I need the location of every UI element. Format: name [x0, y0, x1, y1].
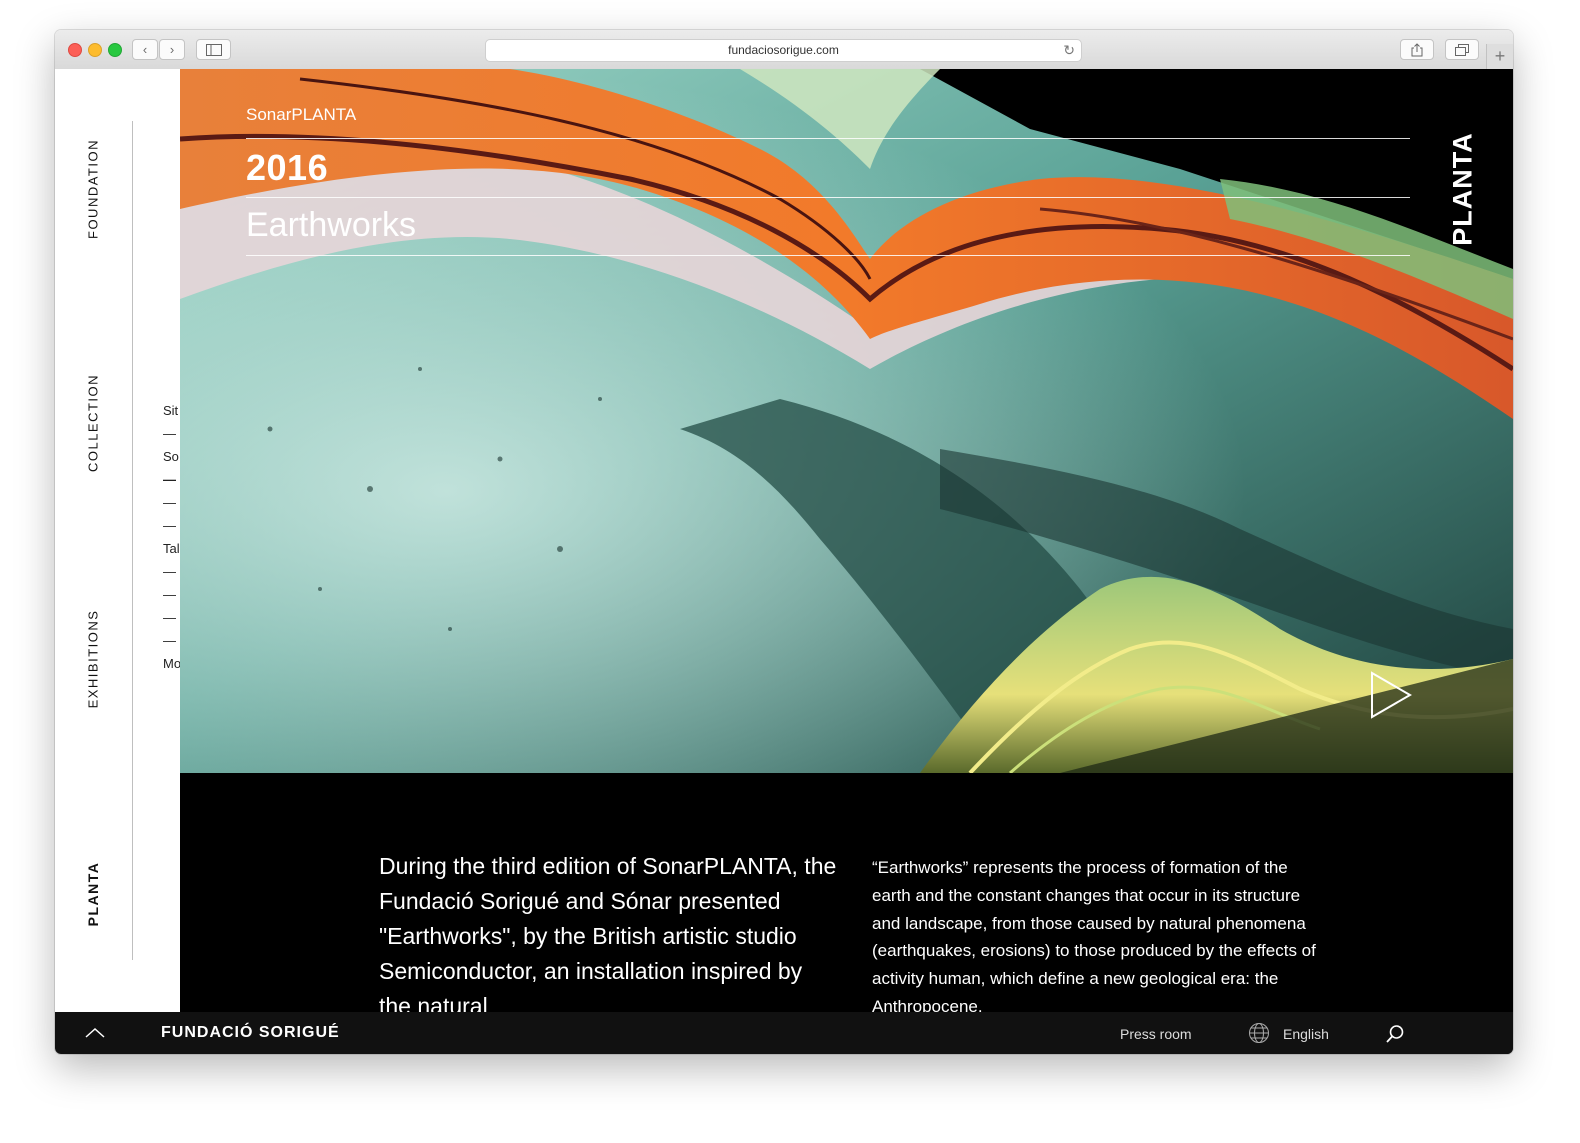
- reload-icon[interactable]: ↻: [1063, 40, 1075, 61]
- subnav-item[interactable]: Sit: [163, 399, 181, 422]
- subnav-dash-active[interactable]: —: [163, 468, 181, 491]
- lead-paragraph: During the third edition of SonarPLANTA,…: [379, 853, 837, 1019]
- subnav-dash[interactable]: —: [163, 560, 181, 583]
- press-room-link[interactable]: Press room: [1120, 1026, 1192, 1042]
- subnav-item[interactable]: Tal: [163, 537, 181, 560]
- side-navigation: FOUNDATION COLLECTION EXHIBITIONS PLANTA: [55, 69, 132, 1012]
- page-content: FOUNDATION COLLECTION EXHIBITIONS PLANTA…: [55, 69, 1513, 1054]
- nav-planta[interactable]: PLANTA: [85, 862, 101, 927]
- close-window-button[interactable]: [68, 43, 82, 57]
- forward-button[interactable]: ›: [159, 39, 185, 60]
- sidebar-toggle-button[interactable]: [196, 39, 231, 60]
- body-paragraph: “Earthworks” represents the process of f…: [872, 858, 1316, 1016]
- subnav-dash[interactable]: —: [163, 514, 181, 537]
- hero-title: Earthworks: [246, 206, 417, 244]
- footer-brand[interactable]: FUNDACIÓ SORIGUÉ: [161, 1024, 340, 1042]
- minimize-window-button[interactable]: [88, 43, 102, 57]
- planta-logo: PLANTA: [1447, 132, 1478, 246]
- nav-exhibitions[interactable]: EXHIBITIONS: [86, 610, 101, 709]
- subnav-dash[interactable]: —: [163, 583, 181, 606]
- url-text: fundaciosorigue.com: [728, 43, 839, 57]
- chevron-left-icon: ‹: [142, 42, 148, 57]
- hero-year: 2016: [246, 147, 329, 188]
- nav-foundation[interactable]: FOUNDATION: [86, 139, 101, 239]
- subnav-dash[interactable]: —: [163, 491, 181, 514]
- language-selector[interactable]: English: [1283, 1026, 1329, 1042]
- subnav-dash[interactable]: —: [163, 606, 181, 629]
- chevron-up-icon[interactable]: [83, 1022, 107, 1042]
- address-bar[interactable]: fundaciosorigue.com ↻: [485, 39, 1082, 62]
- nav-collection[interactable]: COLLECTION: [86, 374, 101, 472]
- new-tab-button[interactable]: +: [1486, 44, 1513, 69]
- tabs-icon: [1455, 44, 1469, 56]
- hero-rule: [246, 197, 1410, 198]
- zoom-window-button[interactable]: [108, 43, 122, 57]
- hero-rule: [246, 138, 1410, 139]
- subnav-dash[interactable]: —: [163, 422, 181, 445]
- footer-bar: FUNDACIÓ SORIGUÉ Press room English: [55, 1012, 1513, 1054]
- subnav-item[interactable]: So: [163, 445, 181, 468]
- tabs-overview-button[interactable]: [1445, 39, 1479, 60]
- search-icon[interactable]: [1385, 1024, 1405, 1044]
- back-button[interactable]: ‹: [132, 39, 158, 60]
- browser-toolbar: ‹ › fundaciosorigue.com ↻ +: [55, 30, 1513, 70]
- sidebar-icon: [205, 44, 222, 56]
- subnav-item[interactable]: Mo: [163, 652, 181, 675]
- share-button[interactable]: [1400, 39, 1434, 60]
- share-icon: [1411, 43, 1423, 57]
- sub-navigation: Sit — So — — — Tal — — — — Mo: [163, 399, 181, 675]
- earthworks-artwork: [180, 69, 1513, 773]
- hero-rule: [246, 255, 1410, 256]
- subnav-dash[interactable]: —: [163, 629, 181, 652]
- hero-subtitle: SonarPLANTA: [246, 105, 357, 124]
- hero-image: SonarPLANTA 2016 Earthworks PLANTA: [180, 69, 1513, 773]
- nav-divider: [132, 121, 133, 960]
- chevron-right-icon: ›: [169, 42, 175, 57]
- browser-window: ‹ › fundaciosorigue.com ↻ + FOUNDATION C…: [55, 30, 1513, 1054]
- globe-icon[interactable]: [1248, 1022, 1270, 1044]
- play-icon[interactable]: [1370, 671, 1414, 719]
